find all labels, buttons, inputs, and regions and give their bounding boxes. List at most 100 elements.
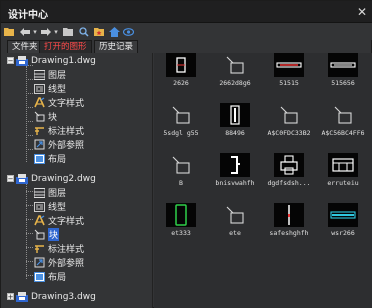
block-item[interactable]: 51515 bbox=[262, 53, 316, 103]
chevron-down-icon[interactable]: ▾ bbox=[53, 25, 59, 38]
tree-node-layers[interactable]: 图层 bbox=[34, 68, 66, 81]
block-thumbnail bbox=[274, 153, 304, 177]
tree-node-xrefs[interactable]: 外部参照 bbox=[34, 138, 84, 151]
tree-node-label: 线型 bbox=[48, 203, 67, 213]
block-name: ete bbox=[229, 229, 241, 237]
block-thumbnail bbox=[166, 153, 196, 177]
layers-icon bbox=[34, 187, 45, 198]
block-thumbnail bbox=[166, 53, 196, 77]
favorites-icon[interactable] bbox=[94, 25, 104, 38]
block-item[interactable]: A$C56BC4FF6 bbox=[316, 103, 370, 153]
tree-node-label: 文字样式 bbox=[48, 217, 85, 227]
block-item[interactable]: 88496 bbox=[208, 103, 262, 153]
expand-icon[interactable]: + bbox=[7, 293, 14, 300]
collapse-icon[interactable]: − bbox=[7, 175, 14, 182]
collapse-icon[interactable]: − bbox=[7, 57, 14, 64]
folder-icon[interactable] bbox=[4, 25, 14, 38]
up-folder-icon[interactable] bbox=[63, 25, 73, 38]
tree-node-label: 外部参照 bbox=[48, 259, 85, 269]
back-arrow-icon[interactable] bbox=[20, 25, 30, 38]
tree-node-label: 标注样式 bbox=[48, 127, 85, 137]
block-item[interactable]: safeshghfh bbox=[262, 203, 316, 253]
block-name: bnisvwahfh bbox=[215, 179, 255, 187]
forward-arrow-icon[interactable] bbox=[41, 25, 51, 38]
block-thumbnail bbox=[274, 53, 304, 77]
block-item[interactable]: dgdfsdsh... bbox=[262, 153, 316, 203]
close-icon[interactable]: ✕ bbox=[357, 5, 367, 19]
block-thumbnail bbox=[220, 203, 250, 227]
tab-history[interactable]: 历史记录 bbox=[94, 40, 139, 53]
block-thumbnail bbox=[328, 103, 358, 127]
tree-node-linetypes[interactable]: 线型 bbox=[34, 200, 66, 213]
tree-node-drawing1[interactable]: − Drawing1.dwg bbox=[7, 54, 96, 67]
linetype-icon bbox=[34, 83, 45, 94]
tree-node-label: 布局 bbox=[48, 273, 67, 283]
tree-node-dim-styles[interactable]: 标注样式 bbox=[34, 242, 84, 255]
tree-node-blocks[interactable]: 块 bbox=[34, 110, 57, 123]
tree-node-label: 标注样式 bbox=[48, 245, 85, 255]
tab-strip: 文件夹 打开的图形 历史记录 bbox=[1, 40, 372, 53]
dwg-file-icon bbox=[16, 55, 28, 66]
tree-node-drawing3[interactable]: + Drawing3.dwg bbox=[7, 290, 96, 303]
block-name: safeshghfh bbox=[269, 229, 309, 237]
block-thumbnail bbox=[274, 103, 304, 127]
block-name: 2662d8g6 bbox=[219, 79, 251, 87]
tree-node-xrefs[interactable]: 外部参照 bbox=[34, 256, 84, 269]
block-thumbnail bbox=[220, 103, 250, 127]
tree-toggle-icon[interactable] bbox=[123, 25, 134, 38]
block-item[interactable]: bnisvwahfh bbox=[208, 153, 262, 203]
xref-icon bbox=[34, 139, 45, 150]
tree-node-layouts[interactable]: 布局 bbox=[34, 270, 66, 283]
dim-style-icon bbox=[34, 125, 45, 136]
layout-icon bbox=[34, 153, 45, 164]
block-content-grid: 2626 2662d8g6 51515 515656 5sdgl g55 884… bbox=[154, 53, 372, 308]
block-item[interactable]: wsr266 bbox=[316, 203, 370, 253]
block-thumbnail bbox=[220, 53, 250, 77]
block-item[interactable]: erruteiu bbox=[316, 153, 370, 203]
linetype-icon bbox=[34, 201, 45, 212]
block-name: 5sdgl g55 bbox=[163, 129, 199, 137]
block-thumbnail bbox=[220, 153, 250, 177]
block-item[interactable]: ete bbox=[208, 203, 262, 253]
block-item[interactable]: et333 bbox=[154, 203, 208, 253]
layout-icon bbox=[34, 271, 45, 282]
drawing-label: Drawing3.dwg bbox=[31, 291, 96, 302]
tree-node-layers[interactable]: 图层 bbox=[34, 186, 66, 199]
block-item[interactable]: B bbox=[154, 153, 208, 203]
home-icon[interactable] bbox=[109, 25, 120, 38]
tree-node-layouts[interactable]: 布局 bbox=[34, 152, 66, 165]
block-name: A$C56BC4FF6 bbox=[321, 129, 365, 137]
drawing-tree: − Drawing1.dwg 图层 线型 文字样式 块 标注样式 外部参照 布局… bbox=[1, 53, 153, 308]
block-thumbnail bbox=[328, 203, 358, 227]
block-name: dgdfsdsh... bbox=[267, 179, 311, 187]
block-name: 2626 bbox=[173, 79, 189, 87]
block-name: et333 bbox=[171, 229, 191, 237]
tab-open-drawings[interactable]: 打开的图形 bbox=[39, 40, 92, 53]
block-item[interactable]: 2626 bbox=[154, 53, 208, 103]
design-center-panel: 设计中心 ✕ ▾ ▾ 文件夹 打开的图形 历史记录 − Drawing1.dwg… bbox=[0, 0, 372, 308]
search-icon[interactable] bbox=[79, 25, 89, 38]
title-bar: 设计中心 ✕ bbox=[1, 1, 372, 23]
block-thumbnail bbox=[274, 203, 304, 227]
block-name: 51515 bbox=[279, 79, 299, 87]
block-item[interactable]: 515656 bbox=[316, 53, 370, 103]
drawing-label: Drawing2.dwg bbox=[31, 173, 96, 184]
tree-node-drawing2[interactable]: − Drawing2.dwg bbox=[7, 172, 96, 185]
block-thumbnail bbox=[166, 103, 196, 127]
dwg-file-icon bbox=[16, 173, 28, 184]
layers-icon bbox=[34, 69, 45, 80]
block-item[interactable]: 2662d8g6 bbox=[208, 53, 262, 103]
block-item[interactable]: A$C0FDC33B2 bbox=[262, 103, 316, 153]
tab-folders[interactable]: 文件夹 bbox=[7, 40, 43, 53]
block-item[interactable]: 5sdgl g55 bbox=[154, 103, 208, 153]
tree-node-dim-styles[interactable]: 标注样式 bbox=[34, 124, 84, 137]
tree-node-text-styles[interactable]: 文字样式 bbox=[34, 214, 84, 227]
block-name: wsr266 bbox=[331, 229, 355, 237]
tree-node-label: 线型 bbox=[48, 85, 67, 95]
tree-node-linetypes[interactable]: 线型 bbox=[34, 82, 66, 95]
tree-node-blocks-selected[interactable]: 块 bbox=[34, 228, 60, 241]
chevron-down-icon[interactable]: ▾ bbox=[32, 25, 38, 38]
tree-node-text-styles[interactable]: 文字样式 bbox=[34, 96, 84, 109]
tree-node-label: 外部参照 bbox=[48, 141, 85, 151]
tree-node-label: 图层 bbox=[48, 189, 67, 199]
